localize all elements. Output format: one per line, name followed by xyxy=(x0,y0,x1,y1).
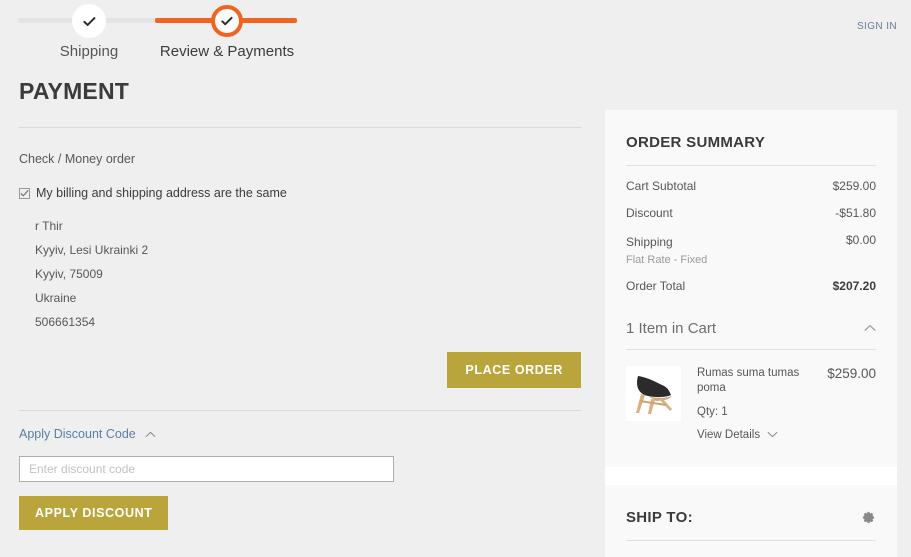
total-row-shipping: Shipping Flat Rate - Fixed $0.00 xyxy=(626,233,876,266)
progress-step-review-payments[interactable]: Review & Payments xyxy=(157,0,297,60)
progress-step-label: Shipping xyxy=(59,43,119,60)
payment-section: PAYMENT Check / Money order My billing a… xyxy=(19,78,581,530)
view-details-label: View Details xyxy=(697,428,761,441)
ship-to-title: SHIP TO: xyxy=(626,508,693,526)
billing-address-block: r Thir Kyyiv, Lesi Ukrainki 2 Kyyiv, 750… xyxy=(35,214,581,334)
address-line: r Thir xyxy=(35,219,63,233)
place-order-button[interactable]: PLACE ORDER xyxy=(447,352,581,388)
page-title: PAYMENT xyxy=(19,78,130,104)
order-summary-divider xyxy=(626,165,876,166)
check-icon xyxy=(220,14,234,28)
order-total-label: Order Total xyxy=(626,279,686,293)
gear-icon[interactable] xyxy=(861,510,876,525)
review-step-bullet xyxy=(211,5,243,37)
order-summary-title: ORDER SUMMARY xyxy=(626,134,766,151)
apply-discount-code-toggle[interactable]: Apply Discount Code xyxy=(19,427,156,441)
order-totals-list: Cart Subtotal $259.00 Discount -$51.80 S… xyxy=(626,179,876,293)
chair-product-image xyxy=(626,366,681,421)
address-line: Kyyiv, 75009 xyxy=(35,267,103,281)
chevron-down-icon xyxy=(767,429,778,441)
cart-line-item: Rumas suma tumas poma $259.00 Qty: 1 Vie… xyxy=(626,366,876,441)
total-label: Cart Subtotal xyxy=(626,179,697,193)
discount-divider xyxy=(19,410,581,411)
total-label: Shipping xyxy=(626,235,673,249)
cart-item-header: Rumas suma tumas poma $259.00 xyxy=(697,366,876,396)
total-row-cart-subtotal: Cart Subtotal $259.00 xyxy=(626,179,876,193)
order-total-value: $207.20 xyxy=(832,279,876,293)
cart-item-name: Rumas suma tumas poma xyxy=(697,367,800,394)
total-value: $259.00 xyxy=(832,179,876,193)
progress-step-label: Review & Payments xyxy=(159,43,295,60)
shipping-step-bullet xyxy=(73,5,105,37)
sign-in-link[interactable]: SIGN IN xyxy=(857,21,897,32)
cart-items-toggle[interactable]: 1 Item in Cart xyxy=(626,319,876,337)
payment-method-label: Check / Money order xyxy=(19,152,136,166)
total-label: Discount xyxy=(626,206,673,220)
cart-item-details: Rumas suma tumas poma $259.00 Qty: 1 Vie… xyxy=(697,366,876,441)
shipping-method-sublabel: Flat Rate - Fixed xyxy=(626,254,708,266)
panel-separator xyxy=(605,466,897,485)
total-value: $0.00 xyxy=(845,233,876,247)
checkout-sidebar: ORDER SUMMARY Cart Subtotal $259.00 Disc… xyxy=(605,110,897,557)
check-icon xyxy=(82,14,97,29)
ship-to-divider xyxy=(626,539,876,541)
cart-item-price: $259.00 xyxy=(827,366,876,381)
checkout-progress-bar: Shipping Review & Payments xyxy=(0,0,600,70)
place-order-row: PLACE ORDER xyxy=(19,352,581,388)
cart-divider xyxy=(626,349,876,350)
total-row-discount: Discount -$51.80 xyxy=(626,206,876,220)
apply-discount-code-label: Apply Discount Code xyxy=(19,427,136,441)
progress-step-shipping[interactable]: Shipping xyxy=(34,0,144,60)
ship-to-header: SHIP TO: xyxy=(626,509,876,526)
discount-code-input[interactable] xyxy=(19,456,394,482)
checkout-page: Shipping Review & Payments SIGN IN PAYME… xyxy=(0,0,911,557)
view-details-toggle[interactable]: View Details xyxy=(697,429,778,441)
chevron-up-icon xyxy=(145,427,156,441)
checkbox-box xyxy=(19,188,30,199)
cart-item-qty: Qty: 1 xyxy=(697,405,728,418)
title-divider xyxy=(19,127,581,128)
apply-discount-button[interactable]: APPLY DISCOUNT xyxy=(19,496,169,530)
chevron-up-icon xyxy=(864,319,876,337)
ship-to-panel: SHIP TO: r Thir xyxy=(605,484,897,557)
address-line: Ukraine xyxy=(35,291,77,305)
billing-same-label: My billing and shipping address are the … xyxy=(36,186,287,200)
address-line: Kyyiv, Lesi Ukrainki 2 xyxy=(35,243,149,257)
check-icon xyxy=(20,190,29,197)
billing-same-as-shipping-checkbox[interactable]: My billing and shipping address are the … xyxy=(19,186,581,200)
order-summary-panel: ORDER SUMMARY Cart Subtotal $259.00 Disc… xyxy=(605,110,897,467)
cart-item-count-label: 1 Item in Cart xyxy=(626,319,717,337)
address-line: 506661354 xyxy=(35,315,96,329)
total-value: -$51.80 xyxy=(835,206,876,220)
total-row-order-total: Order Total $207.20 xyxy=(626,279,876,293)
